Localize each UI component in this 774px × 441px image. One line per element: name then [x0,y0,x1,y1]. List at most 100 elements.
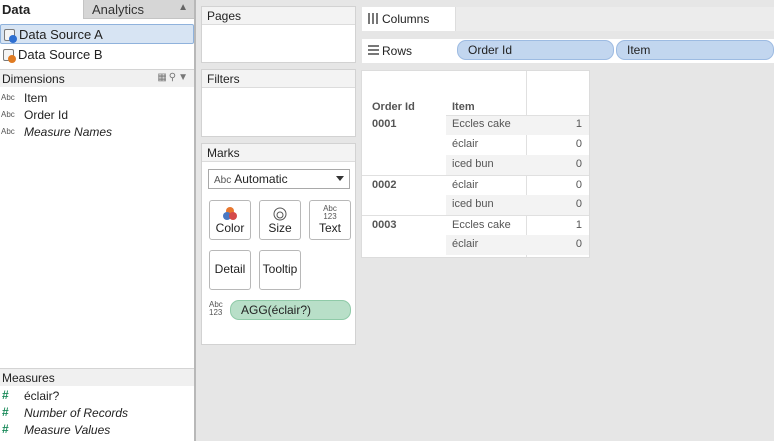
color-label: Color [215,221,245,235]
field-measure-names[interactable]: Abc Measure Names [0,124,194,141]
link-badge-icon [8,55,16,63]
field-label: Item [24,91,48,105]
size-icon [260,206,300,222]
pages-card[interactable]: Pages [201,6,356,63]
filters-card[interactable]: Filters [201,69,356,137]
dimensions-header: Dimensions ▦⚲▼ [0,69,194,87]
data-pane: Data Analytics ▲ Data Source A Data Sour… [0,0,196,441]
item-cell: éclair [452,238,479,250]
string-type-icon: Abc [1,93,15,102]
rows-shelf[interactable]: Rows Order Id Item [362,39,774,63]
field-label: Order Id [24,108,69,122]
data-source-b[interactable]: Data Source B [0,45,194,65]
item-cell: éclair [452,179,479,191]
measure-type-icon: # [2,422,9,436]
table-row[interactable]: 0001 Eccles cake 1 [362,115,589,135]
measure-type-icon: # [2,405,9,419]
string-type-icon: Abc [1,127,15,136]
value-cell: 0 [575,158,582,170]
marks-card: Marks Abc Automatic Color Size Abc 123 Te… [201,143,356,345]
item-cell: Eccles cake [452,219,511,231]
pane-arrows-icon[interactable]: ▲ [178,2,188,13]
field-label: éclair? [24,389,60,403]
order-id-cell: 0003 [372,219,397,231]
chevron-down-icon [336,176,344,181]
size-button[interactable]: Size [259,200,301,240]
mark-type-value: Automatic [234,172,288,186]
item-cell: Eccles cake [452,118,511,130]
search-icon[interactable]: ⚲ [169,72,178,83]
field-measure-values[interactable]: # Measure Values [0,422,194,439]
table-row[interactable]: éclair 0 [362,235,589,255]
measure-type-icon: # [2,388,9,402]
text-button[interactable]: Abc 123 Text [309,200,351,240]
field-label: Measure Values [24,423,111,437]
field-item[interactable]: Abc Item [0,90,194,107]
check-badge-icon [9,35,17,43]
size-label: Size [268,221,292,235]
tab-data[interactable]: Data [0,0,83,19]
columns-drop-zone[interactable] [455,7,774,31]
viz-table: Order Id Item 0001 Eccles cake 1 éclair … [361,70,590,258]
field-order-id[interactable]: Abc Order Id [0,107,194,124]
value-cell: 0 [575,179,582,191]
text-icon: Abc 123 [310,205,350,221]
text-label: Text [318,221,341,235]
field-label: Measure Names [24,125,113,139]
pages-title: Pages [202,7,355,25]
table-row[interactable]: 0003 Eccles cake 1 [362,215,589,235]
value-cell: 0 [575,198,582,210]
item-cell: iced bun [452,158,494,170]
item-header[interactable]: Item [452,101,475,113]
text-encoding-icon-line2: 123 [209,308,223,317]
detail-label: Detail [214,262,246,276]
dimensions-title: Dimensions [2,72,65,86]
table-row[interactable]: iced bun 0 [362,195,589,215]
data-source-a[interactable]: Data Source A [0,24,194,44]
data-source-label: Data Source A [19,27,103,42]
table-row[interactable]: iced bun 0 [362,155,589,175]
item-pill[interactable]: Item [616,40,774,60]
color-button[interactable]: Color [209,200,251,240]
detail-button[interactable]: Detail [209,250,251,290]
tab-analytics[interactable]: Analytics ▲ [83,0,194,19]
tooltip-label: Tooltip [262,262,298,276]
chevron-down-icon[interactable]: ▼ [178,72,190,83]
data-source-label: Data Source B [18,47,103,62]
text-icon-line2: 123 [323,212,337,221]
value-cell: 0 [575,138,582,150]
measures-header: Measures [0,368,194,386]
mark-type-dropdown[interactable]: Abc Automatic [208,169,350,189]
color-icon [210,206,250,222]
item-cell: éclair [452,138,479,150]
table-row[interactable]: 0002 éclair 0 [362,175,589,195]
value-cell: 1 [575,118,582,130]
field-label: Number of Records [24,406,129,420]
view-list-icon[interactable]: ▦ [157,72,168,83]
text-encoding-icon: Abc 123 [209,301,223,317]
order-id-pill[interactable]: Order Id [457,40,614,60]
value-cell: 1 [575,219,582,231]
table-row[interactable]: éclair 0 [362,135,589,155]
database-icon [3,49,16,63]
database-icon [4,29,17,43]
mark-type-icon: Abc [214,175,232,186]
field-eclair[interactable]: # éclair? [0,388,194,405]
measures-title: Measures [2,371,55,385]
field-number-of-records[interactable]: # Number of Records [0,405,194,422]
value-cell: 0 [575,238,582,250]
order-id-cell: 0002 [372,179,397,191]
dimensions-tools: ▦⚲▼ [157,72,190,83]
tab-analytics-label: Analytics [92,2,145,17]
order-id-header[interactable]: Order Id [372,101,415,113]
item-cell: iced bun [452,198,494,210]
marks-title: Marks [202,144,355,162]
columns-shelf[interactable]: Columns [362,7,774,31]
filters-title: Filters [202,70,355,88]
string-type-icon: Abc [1,110,15,119]
tooltip-button[interactable]: Tooltip [259,250,301,290]
order-id-cell: 0001 [372,118,397,130]
rows-icon [368,45,379,55]
agg-eclair-pill[interactable]: AGG(éclair?) [230,300,351,320]
columns-icon [368,13,378,24]
